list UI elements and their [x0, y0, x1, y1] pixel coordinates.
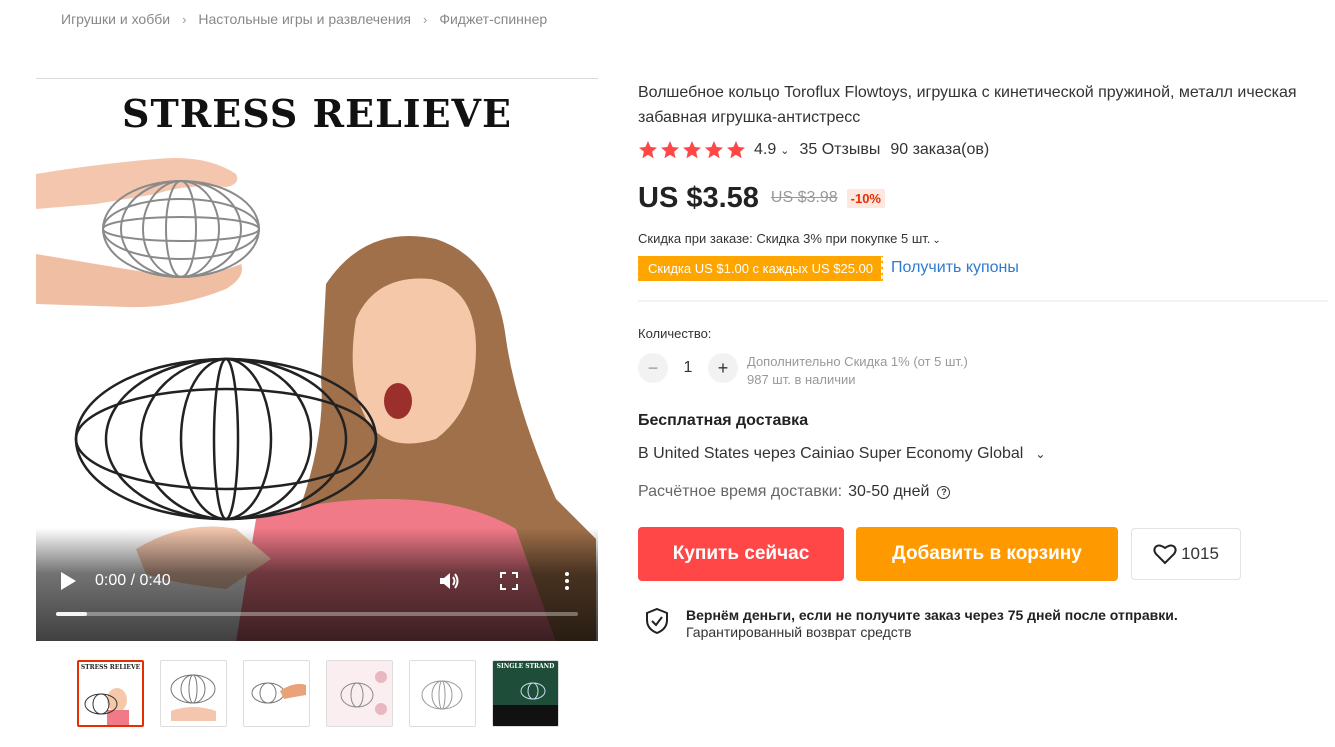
thumbnail-caption: STRESS RELIEVE [80, 664, 141, 671]
thumbnail-image [421, 680, 463, 710]
shipping-method-text: В United States через Cainiao Super Econ… [638, 445, 1024, 462]
divider [638, 300, 1328, 302]
coupon-tag: Скидка US $1.00 с каждых US $25.00 [635, 255, 886, 281]
shield-check-icon [646, 607, 668, 635]
video-progress-bar[interactable] [56, 612, 578, 616]
product-info: Волшебное кольцо Toroflux Flowtoys, игру… [635, 80, 1328, 640]
guarantee-subtitle: Гарантированный возврат средств [686, 624, 912, 640]
thumbnail-image [170, 674, 216, 721]
decrease-quantity-button[interactable]: − [638, 353, 668, 383]
delivery-time-label: Расчётное время доставки: [638, 483, 843, 500]
increase-quantity-button[interactable]: + [708, 353, 738, 383]
video-controls: 0:00 / 0:40 [36, 528, 598, 641]
add-to-cart-button[interactable]: Добавить в корзину [856, 527, 1118, 581]
video-headline: STRESS RELIEVE [122, 91, 512, 136]
thumbnail-strip: STRESS RELIEVE SINGLE STRAND [77, 660, 559, 727]
price-row: US $3.58 US $3.98 -10% [638, 181, 1328, 215]
order-discount-text: Скидка при заказе: Скидка 3% при покупке… [638, 231, 931, 246]
quantity-info: Дополнительно Скидка 1% (от 5 шт.) 987 ш… [747, 353, 968, 389]
get-coupons-link[interactable]: Получить купоны [891, 259, 1019, 277]
quantity-stepper: − 1 + Дополнительно Скидка 1% (от 5 шт.)… [638, 353, 1328, 389]
breadcrumb-link-board-games[interactable]: Настольные игры и развлечения [198, 11, 411, 27]
volume-icon[interactable] [438, 570, 460, 592]
star-icon [683, 141, 701, 159]
thumbnail-1[interactable]: STRESS RELIEVE [77, 660, 144, 727]
play-icon[interactable] [60, 572, 76, 590]
chevron-right-icon: › [182, 11, 187, 27]
chevron-down-icon: ⌄ [932, 235, 941, 246]
thumbnail-image [84, 688, 129, 725]
chevron-down-icon: ⌄ [1035, 447, 1046, 461]
star-icon [639, 141, 657, 159]
more-options-icon[interactable] [563, 571, 571, 591]
buy-now-button[interactable]: Купить сейчас [638, 527, 844, 581]
star-icon [727, 141, 745, 159]
delivery-time-value: 30-50 дней [848, 483, 930, 500]
order-discount-info[interactable]: Скидка при заказе: Скидка 3% при покупке… [638, 231, 1328, 246]
thumbnail-image [493, 682, 558, 726]
rating-value[interactable]: 4.9 [754, 141, 776, 159]
thumbnail-4[interactable] [326, 660, 393, 727]
chevron-right-icon: › [423, 11, 428, 27]
shipping-title: Бесплатная доставка [638, 412, 809, 429]
thumbnail-5[interactable] [409, 660, 476, 727]
quantity-label: Количество: [638, 326, 712, 341]
breadcrumb: Игрушки и хобби › Настольные игры и разв… [61, 11, 547, 27]
quantity-value[interactable]: 1 [668, 353, 708, 383]
action-buttons: Купить сейчас Добавить в корзину 1015 [638, 527, 1328, 581]
old-price: US $3.98 [770, 189, 838, 206]
delivery-time: Расчётное время доставки: 30-50 дней ? [638, 483, 1328, 501]
star-icon [661, 141, 679, 159]
reviews-link[interactable]: 35 Отзывы [799, 141, 880, 159]
star-icon [705, 141, 723, 159]
thumbnail-image [327, 661, 392, 726]
discount-badge: -10% [846, 188, 885, 208]
extra-discount-text: Дополнительно Скидка 1% (от 5 шт.) [747, 354, 968, 369]
thumbnail-caption: SINGLE STRAND [496, 663, 555, 670]
product-title: Волшебное кольцо Toroflux Flowtoys, игру… [638, 84, 1297, 126]
coupon-row: Скидка US $1.00 с каждых US $25.00 Получ… [635, 254, 1328, 282]
thumbnail-6[interactable]: SINGLE STRAND [492, 660, 559, 727]
wishlist-button[interactable]: 1015 [1131, 528, 1241, 580]
thumbnail-image [251, 682, 306, 704]
shipping-method-selector[interactable]: В United States через Cainiao Super Econ… [638, 445, 1328, 463]
rating-stars [638, 140, 746, 160]
heart-icon [1153, 544, 1177, 565]
rating-row: 4.9 ⌄ 35 Отзывы 90 заказа(ов) [638, 139, 1328, 161]
wishlist-count: 1015 [1181, 544, 1219, 563]
video-time: 0:00 / 0:40 [95, 572, 171, 589]
video-progress-fill [56, 612, 88, 616]
guarantee-title: Вернём деньги, если не получите заказ че… [686, 607, 1178, 623]
stock-text: 987 шт. в наличии [747, 372, 856, 387]
fullscreen-icon[interactable] [500, 572, 518, 590]
money-back-guarantee: Вернём деньги, если не получите заказ че… [638, 607, 1328, 640]
product-video[interactable]: STRESS RELIEVE 0:00 / 0:40 [36, 78, 598, 641]
breadcrumb-link-toys[interactable]: Игрушки и хобби [61, 11, 170, 27]
thumbnail-2[interactable] [160, 660, 227, 727]
chevron-down-icon[interactable]: ⌄ [780, 144, 789, 157]
current-price: US $3.58 [638, 181, 759, 214]
orders-count: 90 заказа(ов) [890, 141, 990, 158]
thumbnail-3[interactable] [243, 660, 310, 727]
help-icon[interactable]: ? [937, 485, 951, 499]
breadcrumb-link-fidget-spinner[interactable]: Фиджет-спиннер [439, 11, 547, 27]
